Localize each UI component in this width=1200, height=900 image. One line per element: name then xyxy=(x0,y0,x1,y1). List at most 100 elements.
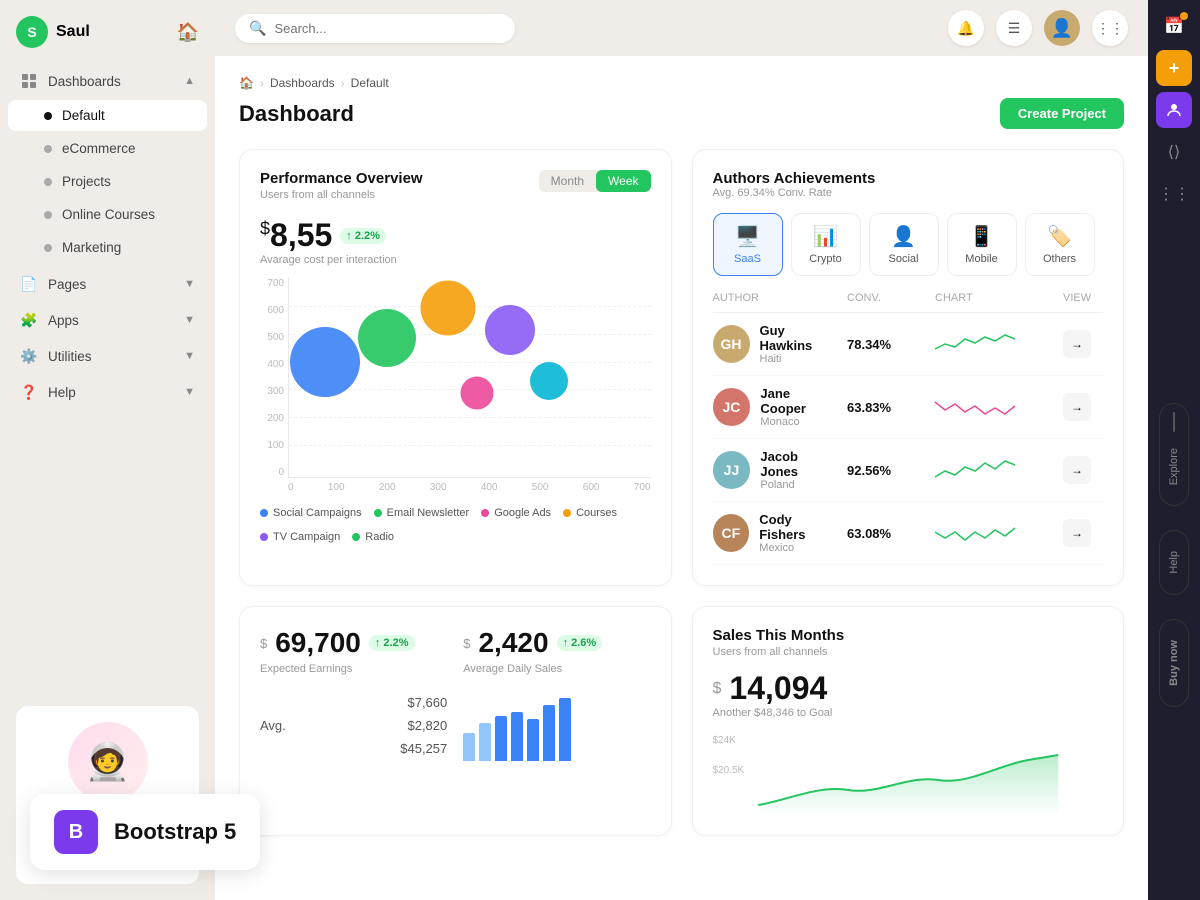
bubble-other xyxy=(530,362,568,400)
y-axis: 7006005004003002001000 xyxy=(260,278,288,478)
sidebar-item-marketing-label: Marketing xyxy=(62,240,121,255)
cat-tab-mobile[interactable]: 📱 Mobile xyxy=(947,213,1017,276)
toggle-week-button[interactable]: Week xyxy=(596,170,650,192)
bar-chart xyxy=(463,691,650,761)
sidebar-item-online-courses[interactable]: Online Courses xyxy=(8,199,207,230)
earnings-value: 69,700 xyxy=(275,627,361,659)
col-chart: CHART xyxy=(935,292,1055,304)
view-btn-jane[interactable]: → xyxy=(1063,393,1091,421)
help-label[interactable]: Help xyxy=(1164,539,1184,586)
authors-table: AUTHOR CONV. CHART VIEW GH Guy Hawkins H… xyxy=(713,292,1104,565)
author-avatar-jane: JC xyxy=(713,388,751,426)
sidebar-item-apps-label: Apps xyxy=(48,313,79,328)
earnings-badge: ↑ 2.2% xyxy=(369,635,415,651)
bar-7 xyxy=(559,698,571,761)
chart-legend: Social Campaigns Email Newsletter Google… xyxy=(260,507,651,543)
view-btn-guy[interactable]: → xyxy=(1063,330,1091,358)
bubble-courses xyxy=(421,280,476,335)
metric-value: $8,55 ↑ 2.2% xyxy=(260,217,651,254)
legend-label: Social Campaigns xyxy=(273,507,362,519)
right-sidebar: 📅 + ⟨⟩ ⋮⋮ Explore Help Buy now xyxy=(1148,0,1200,900)
pages-icon: 📄 xyxy=(20,275,38,293)
sales-currency: $ xyxy=(713,680,722,698)
bootstrap-icon: B xyxy=(54,810,98,854)
rs-user-icon[interactable] xyxy=(1156,92,1192,128)
cat-tab-social[interactable]: 👤 Social xyxy=(869,213,939,276)
earnings-item-1: $7,660 xyxy=(260,691,447,714)
legend-label: Radio xyxy=(365,531,394,543)
more-icon[interactable]: ⋮⋮ xyxy=(1092,10,1128,46)
explore-label[interactable]: Explore xyxy=(1164,436,1184,497)
logo-icon: S xyxy=(16,16,48,48)
sales-title: Sales This Months xyxy=(713,627,1104,644)
currency-label: $ xyxy=(260,636,267,651)
nav-dot xyxy=(44,145,52,153)
sidebar-item-pages[interactable]: 📄 Pages ▼ xyxy=(8,267,207,301)
authors-card: Authors Achievements Avg. 69.34% Conv. R… xyxy=(692,149,1125,586)
author-avatar-cody: CF xyxy=(713,514,750,552)
sidebar-item-projects[interactable]: Projects xyxy=(8,166,207,197)
explore-line xyxy=(1173,412,1175,432)
col-author: AUTHOR xyxy=(713,292,840,304)
cat-tab-crypto[interactable]: 📊 Crypto xyxy=(791,213,861,276)
authors-subtitle: Avg. 69.34% Conv. Rate xyxy=(713,187,1104,199)
home-icon[interactable]: 🏠 xyxy=(177,22,199,43)
author-row-jacob: JJ Jacob Jones Poland 92.56% xyxy=(713,439,1104,502)
sales-value: 14,094 xyxy=(729,670,827,707)
breadcrumb-dashboards[interactable]: Dashboards xyxy=(270,76,335,90)
user-avatar[interactable]: 👤 xyxy=(1044,10,1080,46)
sidebar-header: S Saul 🏠 xyxy=(0,0,215,64)
cat-mobile-label: Mobile xyxy=(965,253,997,265)
sidebar-item-ecommerce[interactable]: eCommerce xyxy=(8,133,207,164)
view-btn-jacob[interactable]: → xyxy=(1063,456,1091,484)
sidebar-item-help[interactable]: ❓ Help ▼ xyxy=(8,375,207,409)
search-input[interactable] xyxy=(274,21,501,36)
sparkline-cody xyxy=(935,518,1055,548)
rs-calendar-icon[interactable]: 📅 xyxy=(1156,8,1192,44)
buy-label[interactable]: Buy now xyxy=(1164,628,1184,698)
legend-label: TV Campaign xyxy=(273,531,340,543)
chevron-icon: ▼ xyxy=(184,350,195,362)
create-project-button[interactable]: Create Project xyxy=(1000,98,1124,129)
bar-3 xyxy=(495,716,507,762)
author-name-cody: Cody Fishers xyxy=(759,512,839,542)
perf-subtitle: Users from all channels xyxy=(260,189,423,201)
sidebar-item-apps[interactable]: 🧩 Apps ▼ xyxy=(8,303,207,337)
dashboard-grid: Performance Overview Users from all chan… xyxy=(239,149,1124,836)
view-btn-cody[interactable]: → xyxy=(1063,519,1091,547)
others-icon: 🏷️ xyxy=(1047,224,1072,249)
legend-email: Email Newsletter xyxy=(374,507,470,519)
notification-icon[interactable]: 🔔 xyxy=(948,10,984,46)
rs-grid-icon[interactable]: ⋮⋮ xyxy=(1156,176,1192,212)
conv-rate-jane: 63.83% xyxy=(847,400,927,415)
currency-symbol: $ xyxy=(260,218,270,238)
help-group: Help xyxy=(1159,530,1189,595)
buy-group: Buy now xyxy=(1159,619,1189,707)
toggle-month-button[interactable]: Month xyxy=(539,170,596,192)
sidebar-item-utilities[interactable]: ⚙️ Utilities ▼ xyxy=(8,339,207,373)
author-name-guy: Guy Hawkins xyxy=(760,323,840,353)
breadcrumb-home[interactable]: 🏠 xyxy=(239,76,254,90)
settings-icon[interactable]: ☰ xyxy=(996,10,1032,46)
sidebar-item-default[interactable]: Default xyxy=(8,100,207,131)
legend-dot xyxy=(352,533,360,541)
cat-others-label: Others xyxy=(1043,253,1076,265)
legend-dot xyxy=(260,509,268,517)
explore-group: Explore xyxy=(1159,403,1189,506)
conv-rate-jacob: 92.56% xyxy=(847,463,927,478)
search-icon: 🔍 xyxy=(249,20,266,37)
cat-tab-others[interactable]: 🏷️ Others xyxy=(1025,213,1095,276)
search-box[interactable]: 🔍 xyxy=(235,14,515,43)
author-country-jane: Monaco xyxy=(760,416,839,428)
breadcrumb-sep: › xyxy=(260,76,264,90)
rs-add-icon[interactable]: + xyxy=(1156,50,1192,86)
bar-5 xyxy=(527,719,539,761)
sidebar-item-dashboards[interactable]: Dashboards ▲ xyxy=(8,64,207,98)
cat-tab-saas[interactable]: 🖥️ SaaS xyxy=(713,213,783,276)
rs-code-icon[interactable]: ⟨⟩ xyxy=(1156,134,1192,170)
author-info: JJ Jacob Jones Poland xyxy=(713,449,840,491)
utilities-icon: ⚙️ xyxy=(20,347,38,365)
legend-courses: Courses xyxy=(563,507,617,519)
sidebar-item-marketing[interactable]: Marketing xyxy=(8,232,207,263)
author-avatar-guy: GH xyxy=(713,325,750,363)
